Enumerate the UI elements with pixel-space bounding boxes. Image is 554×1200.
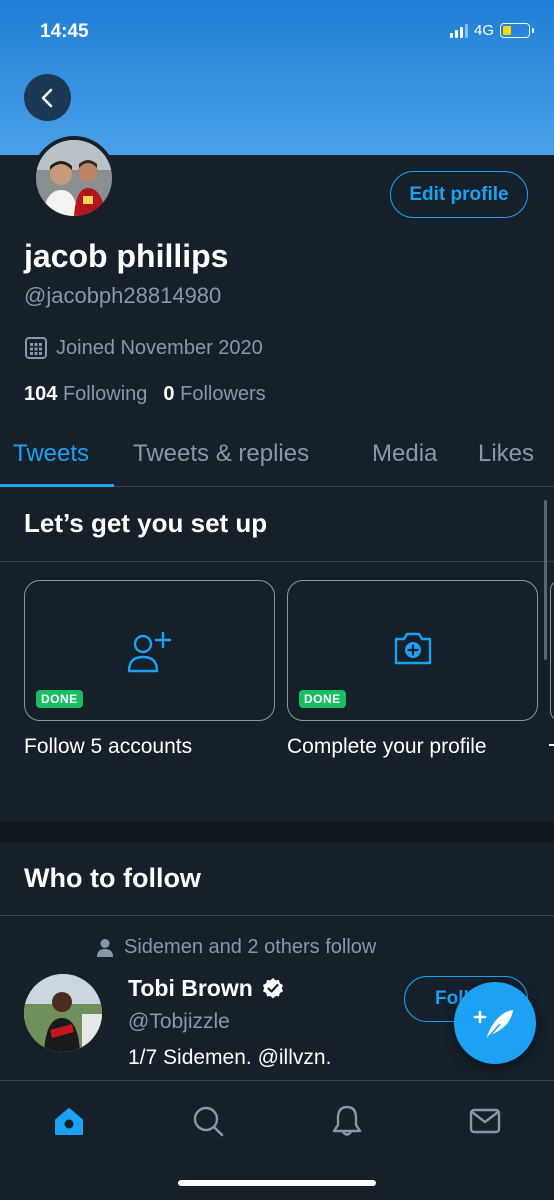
setup-title: Let’s get you set up bbox=[24, 508, 268, 538]
who-to-follow-title: Who to follow bbox=[24, 863, 201, 893]
followers-link[interactable]: 0 Followers bbox=[163, 383, 265, 406]
card-peek-marker bbox=[549, 744, 554, 746]
following-count: 104 bbox=[24, 383, 58, 405]
divider bbox=[0, 561, 554, 562]
profile-handle: @jacobph28814980 bbox=[24, 283, 222, 308]
done-badge: DONE bbox=[36, 690, 83, 708]
status-bar: 14:45 4G bbox=[0, 0, 554, 66]
network-type: 4G bbox=[473, 22, 494, 39]
battery-icon bbox=[500, 23, 534, 38]
profile-name: jacob phillips bbox=[24, 238, 229, 274]
status-time: 14:45 bbox=[40, 21, 89, 42]
profile-avatar[interactable] bbox=[32, 136, 116, 220]
joined-date: Joined November 2020 bbox=[24, 336, 263, 360]
suggested-user-bio: 1/7 Sidemen. @illvzn. bbox=[128, 1046, 332, 1069]
mail-icon bbox=[469, 1108, 501, 1134]
suggested-user-photo bbox=[24, 974, 102, 1052]
divider bbox=[0, 915, 554, 916]
compose-feather-icon bbox=[473, 1010, 513, 1041]
nav-home[interactable] bbox=[49, 1101, 89, 1141]
section-separator bbox=[0, 822, 554, 842]
profile-tabs: Tweets Tweets & replies Media Likes bbox=[0, 420, 554, 487]
edit-profile-button[interactable]: Edit profile bbox=[390, 171, 528, 218]
add-user-icon bbox=[127, 631, 171, 673]
setup-card-next[interactable] bbox=[550, 580, 554, 721]
tab-media[interactable]: Media bbox=[372, 440, 437, 468]
back-button[interactable] bbox=[24, 74, 71, 121]
person-icon bbox=[97, 938, 113, 957]
search-icon bbox=[193, 1106, 224, 1137]
followers-count: 0 bbox=[163, 383, 175, 405]
following-link[interactable]: 104 Following bbox=[24, 383, 147, 406]
nav-messages[interactable] bbox=[465, 1101, 505, 1141]
verified-badge-icon bbox=[262, 977, 283, 998]
setup-card-follow[interactable]: DONE bbox=[24, 580, 275, 721]
suggested-user-name-text: Tobi Brown bbox=[128, 975, 253, 1001]
compose-tweet-button[interactable] bbox=[454, 982, 536, 1064]
followers-label: Followers bbox=[180, 383, 266, 405]
tab-likes[interactable]: Likes bbox=[478, 440, 534, 468]
done-badge: DONE bbox=[299, 690, 346, 708]
joined-text: Joined November 2020 bbox=[56, 336, 263, 359]
setup-card-follow-label: Follow 5 accounts bbox=[24, 735, 193, 758]
home-indicator[interactable] bbox=[178, 1180, 376, 1186]
setup-card-profile[interactable]: DONE bbox=[287, 580, 538, 721]
home-icon bbox=[55, 1108, 83, 1135]
bell-icon bbox=[332, 1105, 362, 1136]
chevron-left-icon bbox=[41, 88, 52, 107]
suggested-user-avatar[interactable] bbox=[24, 974, 102, 1052]
camera-plus-icon bbox=[394, 632, 431, 665]
nav-notifications[interactable] bbox=[327, 1101, 367, 1141]
scrollbar[interactable] bbox=[544, 500, 547, 660]
social-context: Sidemen and 2 others follow bbox=[96, 936, 376, 959]
follow-counts: 104 Following 0 Followers bbox=[24, 383, 266, 406]
avatar-photo bbox=[36, 140, 112, 216]
nav-search[interactable] bbox=[188, 1101, 228, 1141]
signal-icon bbox=[449, 23, 468, 38]
tab-tweets[interactable]: Tweets bbox=[13, 440, 89, 468]
status-indicators: 4G bbox=[449, 22, 534, 39]
following-label: Following bbox=[62, 383, 148, 405]
tab-tweets-replies[interactable]: Tweets & replies bbox=[133, 440, 309, 468]
active-tab-indicator bbox=[0, 484, 114, 487]
suggested-user-name[interactable]: Tobi Brown bbox=[128, 975, 285, 1002]
calendar-icon bbox=[25, 337, 47, 359]
setup-card-profile-label: Complete your profile bbox=[287, 735, 487, 758]
social-context-text: Sidemen and 2 others follow bbox=[124, 936, 377, 958]
suggested-user-handle: @Tobjizzle bbox=[128, 1010, 230, 1033]
